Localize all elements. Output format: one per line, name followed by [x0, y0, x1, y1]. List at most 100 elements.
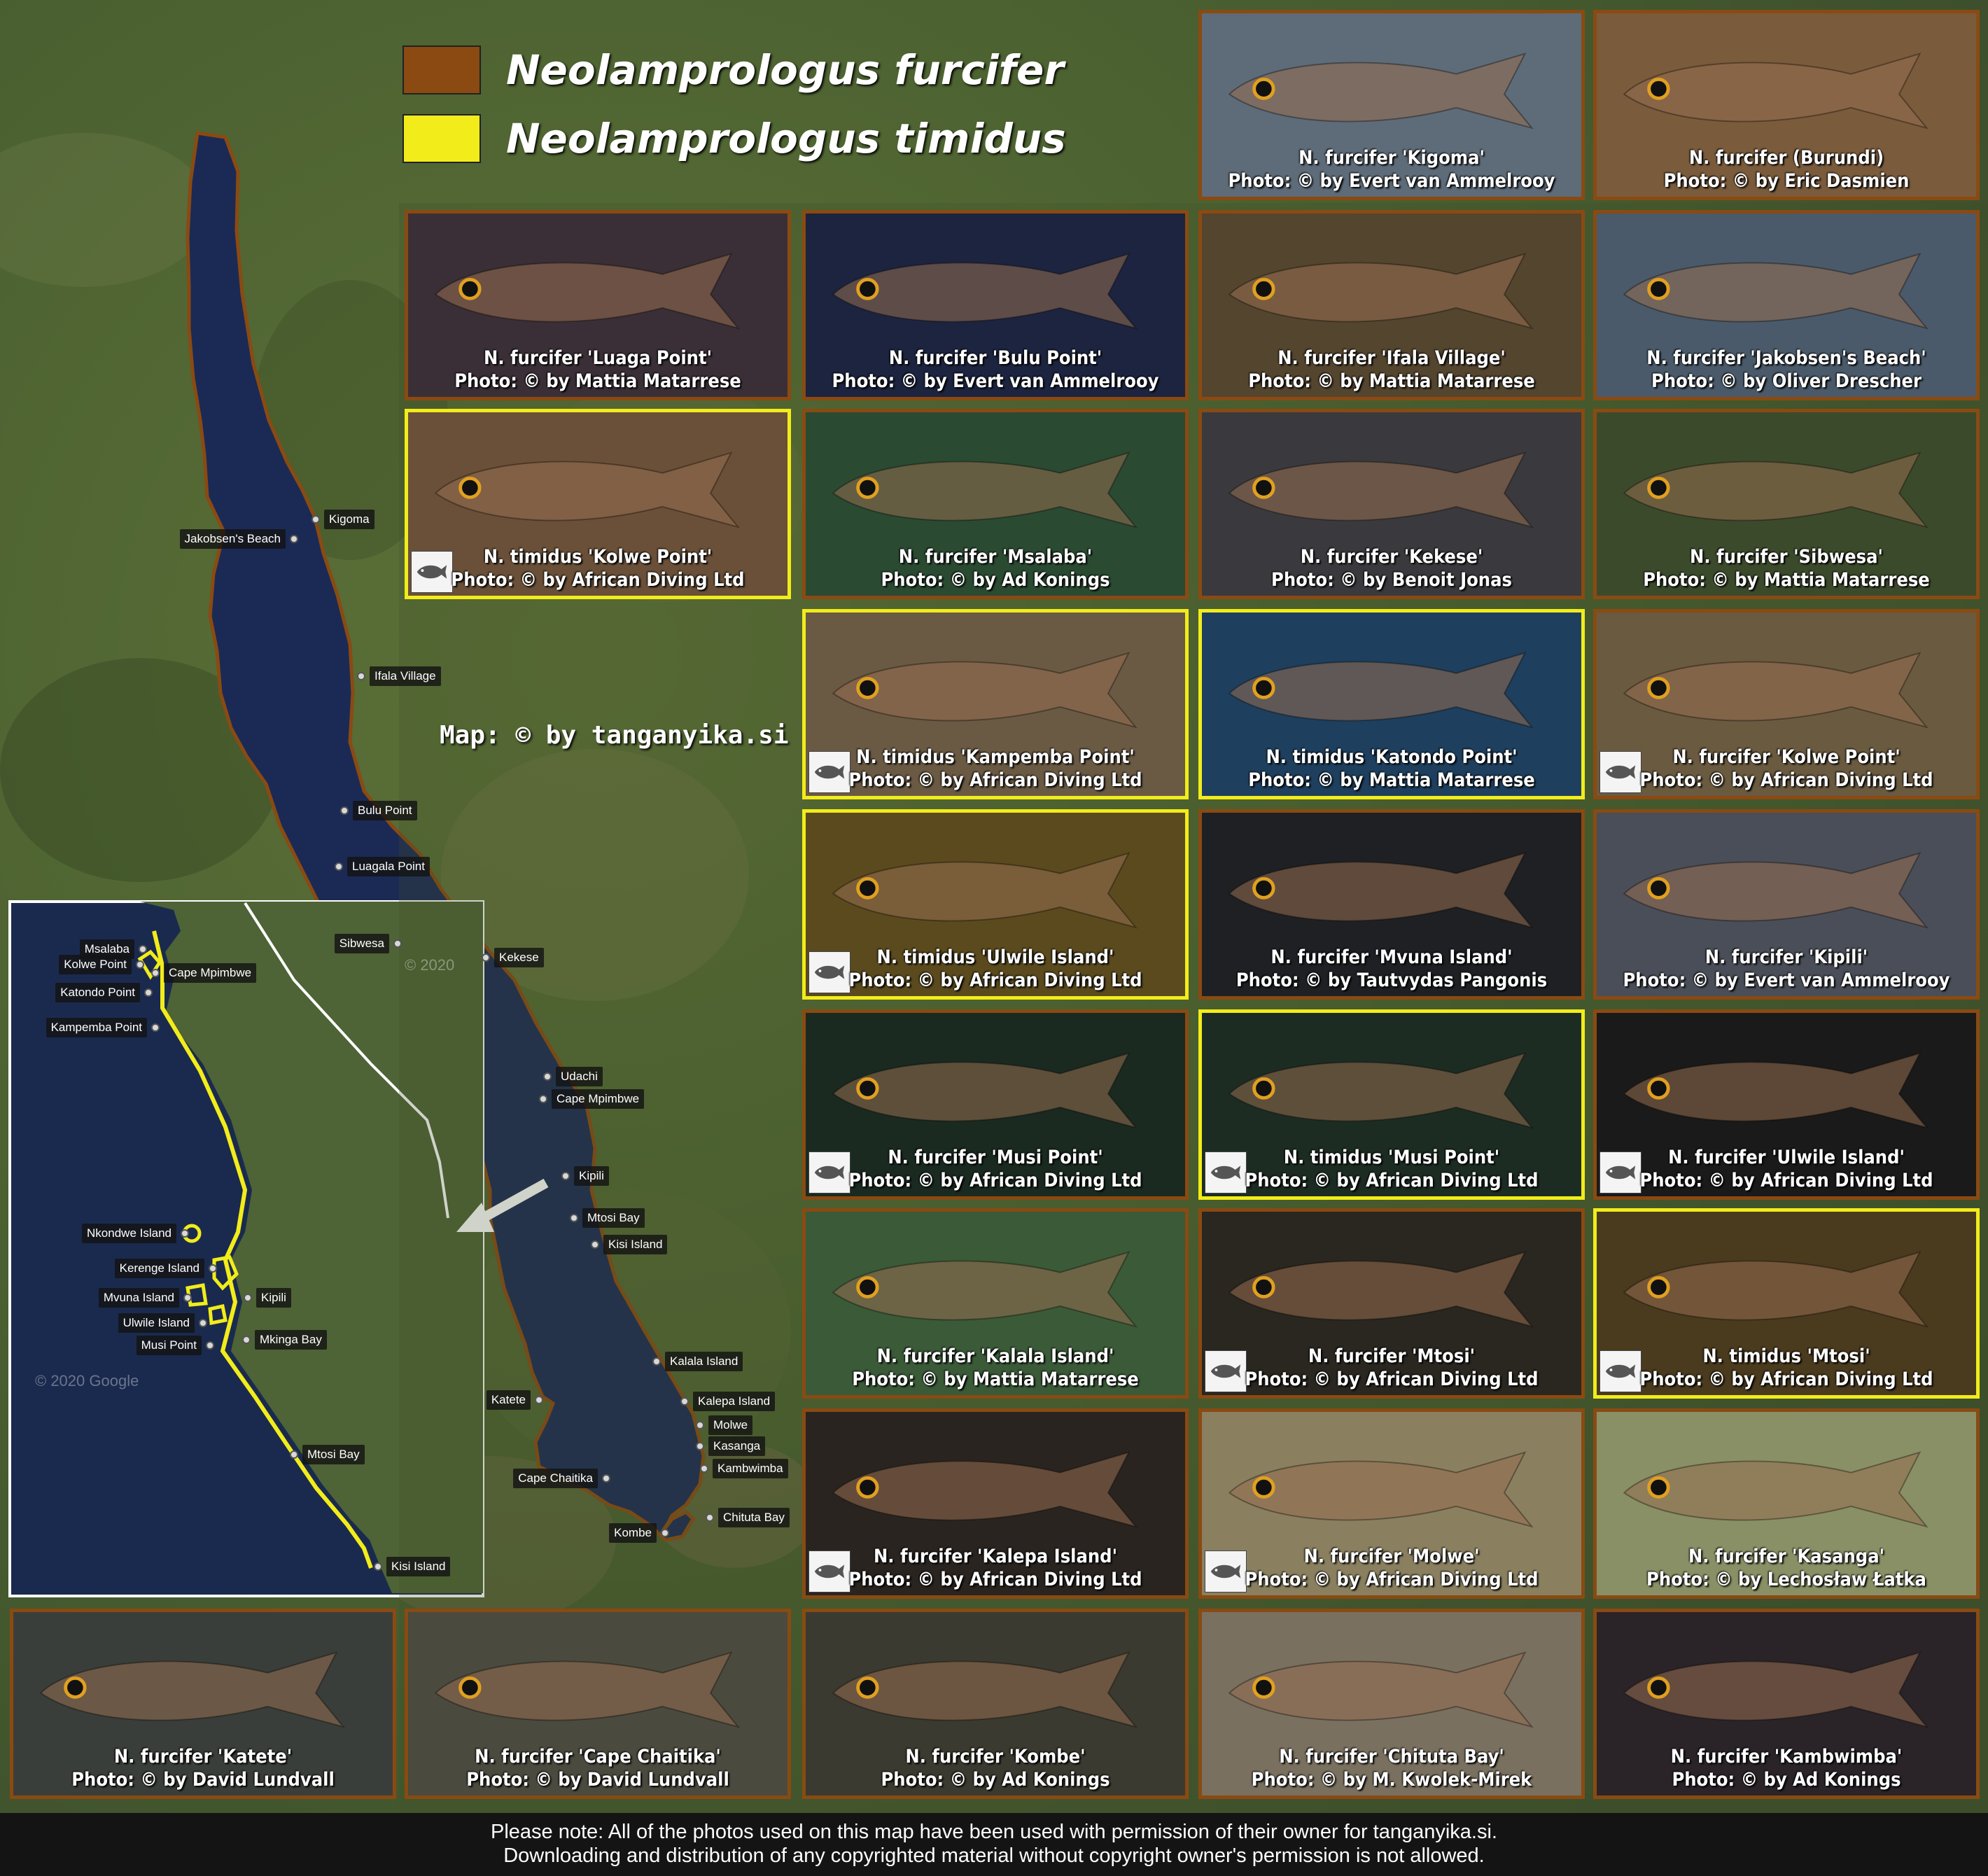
fish-eye — [1252, 476, 1275, 499]
photo-title: N. timidus 'Kolwe Point' — [483, 546, 713, 568]
fish-eye — [856, 476, 879, 499]
location-dot — [242, 1336, 251, 1344]
photo-caption: N. furcifer 'Luaga Point' Photo: © by Mat… — [408, 346, 788, 393]
location-marker: Cape Mpimbwe — [539, 1088, 645, 1110]
photo-credit: Photo: © by David Lundvall — [466, 1769, 729, 1791]
location-dot — [144, 988, 153, 997]
photo-title: N. furcifer 'Kolwe Point' — [1672, 746, 1900, 768]
photo-title: N. furcifer 'Kambwimba' — [1670, 1746, 1903, 1768]
inset-location-marker: Kampemba Point — [46, 1017, 160, 1038]
photo-title: N. furcifer 'Cape Chaitika' — [475, 1746, 721, 1768]
photo-caption: N. furcifer 'Katete' Photo: © by David Lu… — [13, 1745, 393, 1791]
photo-tile: N. furcifer 'Bulu Point' Photo: © by Ever… — [802, 210, 1189, 400]
location-label: Kisi Island — [386, 1557, 451, 1576]
photo-tile: N. furcifer 'Musi Point' Photo: © by Afri… — [802, 1009, 1189, 1200]
location-dot — [139, 945, 147, 953]
photo-credit: Photo: © by African Diving Ltd — [1639, 1170, 1933, 1191]
fish-eye — [1647, 1676, 1670, 1699]
photo-caption: N. timidus 'Kampemba Point' Photo: © by A… — [806, 746, 1185, 792]
location-dot — [312, 515, 320, 524]
location-marker: Kipili — [561, 1166, 609, 1186]
photo-tile: N. furcifer 'Ifala Village' Photo: © by M… — [1198, 210, 1585, 400]
photo-tile: N. furcifer 'Mtosi' Photo: © by African D… — [1198, 1208, 1585, 1399]
location-dot — [696, 1421, 704, 1429]
photo-title: N. furcifer 'Chituta Bay' — [1279, 1746, 1504, 1768]
photo-tile: N. furcifer 'Kambwimba' Photo: © by Ad Ko… — [1593, 1609, 1980, 1799]
footer-line-1: Please note: All of the photos used on t… — [491, 1821, 1497, 1843]
location-label: Mvuna Island — [98, 1288, 179, 1308]
photo-caption: N. furcifer 'Kasanga' Photo: © by Lechosł… — [1597, 1545, 1976, 1591]
photo-tile: N. furcifer 'Kasanga' Photo: © by Lechosł… — [1593, 1408, 1980, 1599]
photo-caption: N. furcifer 'Kalepa Island' Photo: © by A… — [806, 1545, 1185, 1591]
location-dot — [151, 1023, 160, 1032]
fish-eye — [1252, 1077, 1275, 1100]
photo-caption: N. furcifer 'Musi Point' Photo: © by Afri… — [806, 1146, 1185, 1192]
photo-credit: Photo: © by Evert van Ammelrooy — [832, 370, 1159, 392]
inset-location-marker: Ulwile Island — [118, 1312, 207, 1334]
location-marker: Chituta Bay — [706, 1507, 790, 1528]
photo-caption: N. furcifer 'Sibwesa' Photo: © by Mattia … — [1597, 545, 1976, 592]
location-label: Ulwile Island — [118, 1313, 195, 1333]
photo-credit: Photo: © by David Lundvall — [71, 1769, 335, 1791]
copyright-footer: Please note: All of the photos used on t… — [0, 1813, 1988, 1876]
photo-caption: N. furcifer 'Kekese' Photo: © by Benoit J… — [1202, 545, 1581, 592]
location-dot — [570, 1214, 578, 1222]
photo-title: N. furcifer (Burundi) — [1688, 147, 1884, 169]
photo-tile: N. timidus 'Katondo Point' Photo: © by Ma… — [1198, 609, 1585, 799]
legend-label-furcifer: Neolamprologus furcifer — [506, 46, 1064, 94]
inset-location-marker: Kolwe Point — [59, 954, 144, 975]
location-dot — [151, 969, 160, 977]
location-dot — [393, 939, 402, 948]
fish-eye — [458, 277, 482, 300]
fish-eye — [1647, 1476, 1670, 1499]
photo-tile: N. timidus 'Kampemba Point' Photo: © by A… — [802, 609, 1189, 799]
photo-caption: N. furcifer (Burundi) Photo: © by Eric Da… — [1597, 146, 1976, 192]
photo-caption: N. furcifer 'Ifala Village' Photo: © by M… — [1202, 346, 1581, 393]
inset-watermark: © 2020 Google — [35, 1372, 139, 1390]
legend-swatch-furcifer — [402, 46, 481, 94]
photo-tile: N. furcifer 'Sibwesa' Photo: © by Mattia … — [1593, 409, 1980, 599]
location-label: Cape Mpimbwe — [552, 1089, 645, 1109]
fish-eye — [1647, 476, 1670, 499]
photo-title: N. timidus 'Musi Point' — [1283, 1147, 1500, 1168]
location-marker: Kombe — [609, 1522, 669, 1544]
fish-eye — [1252, 1676, 1275, 1699]
photo-caption: N. furcifer 'Cape Chaitika' Photo: © by D… — [408, 1745, 788, 1791]
photo-title: N. timidus 'Ulwile Island' — [876, 946, 1114, 968]
location-marker: Jakobsen's Beach — [179, 528, 298, 550]
legend-label-timidus: Neolamprologus timidus — [506, 115, 1066, 162]
location-marker: Mtosi Bay — [570, 1208, 645, 1228]
photo-title: N. furcifer 'Bulu Point' — [888, 347, 1102, 369]
photo-title: N. furcifer 'Kalala Island' — [876, 1345, 1114, 1367]
location-dot — [680, 1397, 689, 1406]
location-label: Kigoma — [324, 510, 374, 529]
photo-tile: N. furcifer 'Chituta Bay' Photo: © by M. … — [1198, 1609, 1585, 1799]
photo-title: N. furcifer 'Mtosi' — [1308, 1345, 1476, 1367]
photo-title: N. furcifer 'Ifala Village' — [1278, 347, 1506, 369]
photo-title: N. furcifer 'Kombe' — [905, 1746, 1086, 1768]
location-label: Katondo Point — [55, 983, 140, 1002]
photo-caption: N. furcifer 'Kalala Island' Photo: © by M… — [806, 1345, 1185, 1391]
photo-tile: N. furcifer 'Kolwe Point' Photo: © by Afr… — [1593, 609, 1980, 799]
photo-title: N. furcifer 'Katete' — [113, 1746, 293, 1768]
fish-eye — [458, 1676, 482, 1699]
location-label: Cape Mpimbwe — [164, 963, 257, 983]
fish-eye — [458, 476, 482, 499]
photo-credit: Photo: © by Evert van Ammelrooy — [1228, 170, 1555, 192]
location-dot — [335, 862, 343, 871]
photo-title: N. furcifer 'Sibwesa' — [1690, 546, 1883, 568]
photo-title: N. furcifer 'Kekese' — [1300, 546, 1483, 568]
location-marker: Kisi Island — [591, 1234, 668, 1255]
photo-credit: Photo: © by African Diving Ltd — [1639, 1368, 1933, 1390]
photo-title: N. furcifer 'Kasanga' — [1688, 1546, 1885, 1567]
footer-line-2: Downloading and distribution of any copy… — [503, 1844, 1485, 1867]
fish-eye — [1647, 876, 1670, 899]
location-label: Kerenge Island — [114, 1259, 204, 1278]
photo-caption: N. timidus 'Mtosi' Photo: © by African Di… — [1597, 1345, 1976, 1391]
photo-credit: Photo: © by African Diving Ltd — [1245, 1170, 1539, 1191]
photo-credit: Photo: © by Eric Dasmien — [1663, 170, 1910, 192]
location-dot — [591, 1240, 599, 1249]
photo-tile: N. furcifer 'Msalaba' Photo: © by Ad Koni… — [802, 409, 1189, 599]
photo-tile: N. timidus 'Musi Point' Photo: © by Afric… — [1198, 1009, 1585, 1200]
location-dot — [482, 953, 490, 962]
